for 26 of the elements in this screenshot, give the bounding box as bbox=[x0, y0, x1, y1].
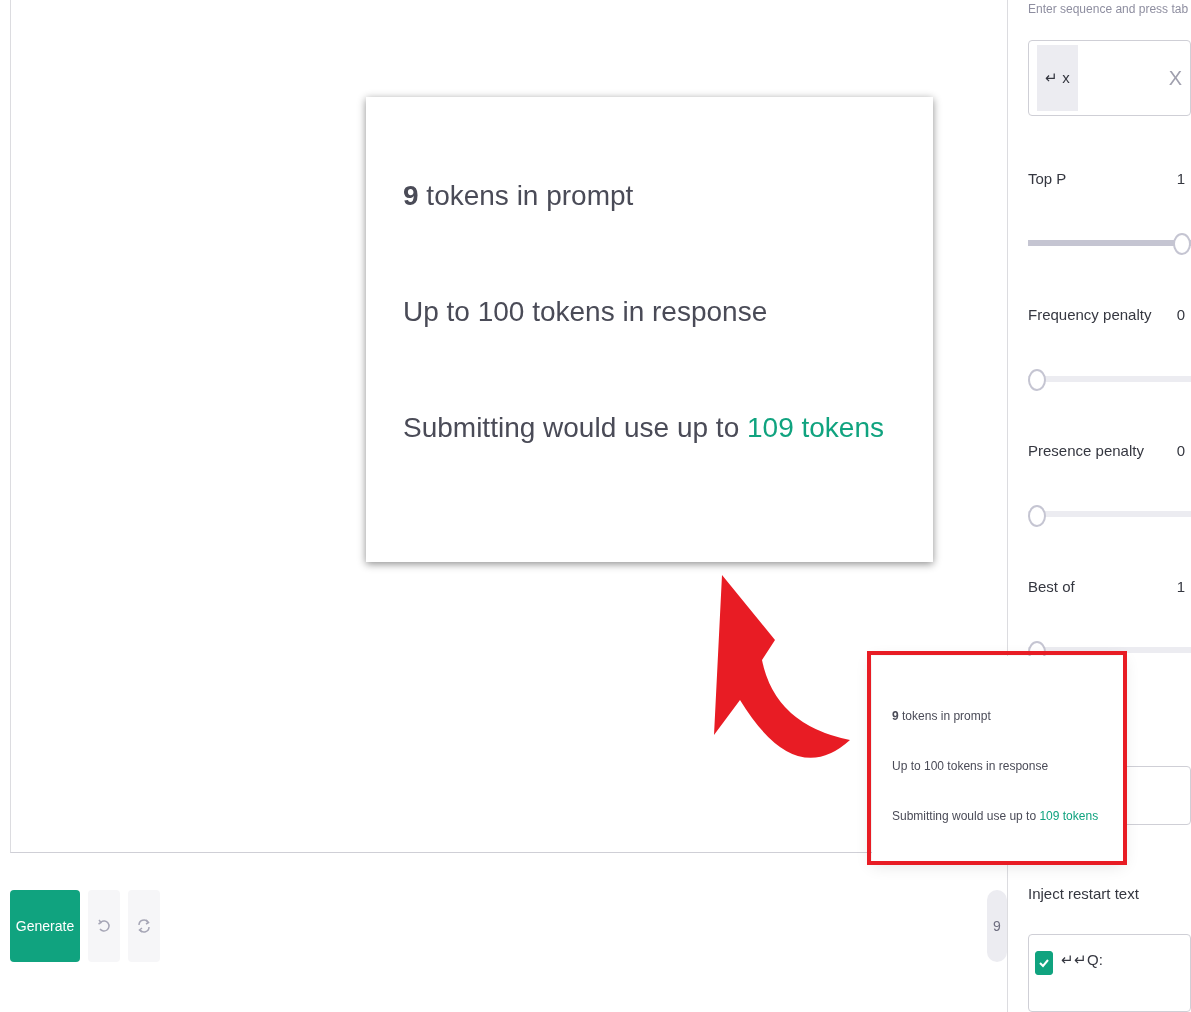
slider-value: 0 bbox=[1176, 306, 1185, 324]
token-info-text: Up to 100 tokens in response bbox=[403, 295, 769, 329]
slider-label: Frequency penalty bbox=[1028, 306, 1152, 324]
token-info-text: 9 tokens in prompt bbox=[892, 708, 992, 724]
regenerate-button[interactable] bbox=[128, 890, 160, 962]
sequence-chip[interactable]: ↵ x bbox=[1037, 45, 1078, 112]
token-info-text: Up to 100 tokens in response bbox=[892, 758, 1050, 774]
slider-value: 1 bbox=[1176, 577, 1185, 595]
slider-label: Top P bbox=[1028, 170, 1067, 188]
refresh-icon bbox=[137, 917, 151, 935]
token-info-text: 9 tokens in prompt bbox=[403, 179, 635, 213]
slider-label: Presence penalty bbox=[1028, 442, 1144, 459]
token-info-text: Submitting would use up to 109 tokens bbox=[892, 808, 1100, 824]
slider-value: 0 bbox=[1176, 442, 1185, 459]
token-count: 9 bbox=[987, 890, 1007, 962]
undo-button[interactable] bbox=[88, 890, 120, 962]
slider-value: 1 bbox=[1176, 170, 1185, 188]
undo-icon bbox=[97, 918, 111, 934]
restart-text-field[interactable]: ↵↵Q: bbox=[1028, 933, 1191, 1012]
stop-sequence-field[interactable]: ↵ x X bbox=[1028, 40, 1191, 117]
field-label: Inject restart text bbox=[1028, 884, 1140, 902]
token-info-text: Submitting would use up to 109 tokens bbox=[403, 411, 885, 445]
field-label: Enter sequence and press tab bbox=[1028, 2, 1190, 16]
restart-text: ↵↵Q: bbox=[1061, 950, 1103, 969]
slider-label: Best of bbox=[1028, 577, 1075, 595]
checkbox[interactable] bbox=[1035, 950, 1053, 975]
